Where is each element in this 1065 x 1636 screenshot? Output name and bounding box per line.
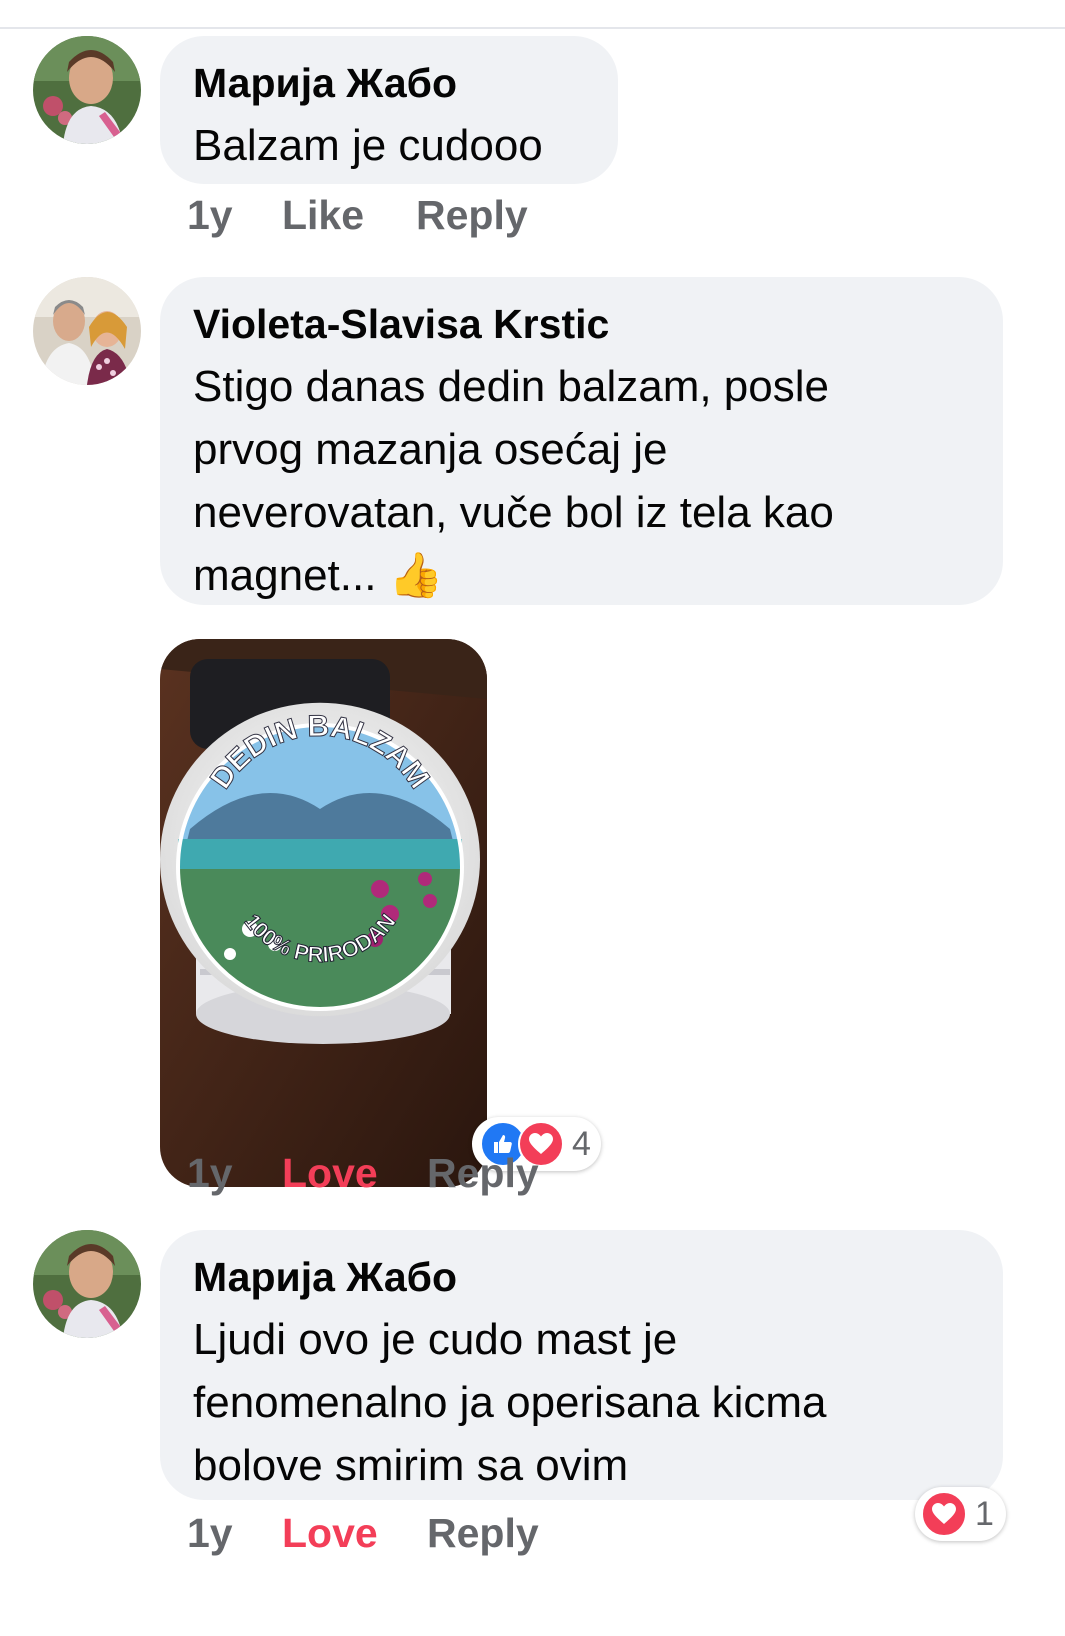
comment-text-line: magnet... 👍 — [193, 544, 970, 607]
comment-author[interactable]: Марија Жабо — [193, 1246, 970, 1308]
love-button[interactable]: Love — [282, 1510, 378, 1557]
comment-bubble: Violeta-Slavisa Krstic Stigo danas dedin… — [160, 277, 1003, 605]
comment-bubble: Марија Жабо Balzam je cudooo — [160, 36, 618, 184]
top-divider — [0, 27, 1065, 29]
comment-time[interactable]: 1y — [187, 1150, 233, 1197]
comment-photo-attachment[interactable]: DEDIN BALZAM 100% PRIRODAN — [160, 639, 487, 1187]
love-button[interactable]: Love — [282, 1150, 378, 1197]
profile-photo-woman-icon — [33, 36, 141, 144]
avatar[interactable] — [33, 1230, 141, 1338]
comment-text-line: Ljudi ovo je cudo mast je — [193, 1315, 678, 1364]
profile-photo-couple-icon — [33, 277, 141, 385]
reaction-count: 1 — [975, 1494, 994, 1533]
balm-jar-photo: DEDIN BALZAM 100% PRIRODAN — [160, 639, 487, 1187]
comment-text-fragment: magnet... — [193, 551, 389, 600]
avatar[interactable] — [33, 36, 141, 144]
comment-text-line: bolove smirim sa ovim — [193, 1441, 629, 1490]
thumbs-up-emoji-icon: 👍 — [388, 551, 444, 600]
reply-button[interactable]: Reply — [427, 1150, 539, 1197]
comment-author[interactable]: Violeta-Slavisa Krstic — [193, 293, 970, 355]
comment-text-line: Stigo danas dedin balzam, posle — [193, 362, 829, 411]
comment-bubble: Марија Жабо Ljudi ovo je cudo mast je fe… — [160, 1230, 1003, 1500]
avatar[interactable] — [33, 277, 141, 385]
comment-time[interactable]: 1y — [187, 1510, 233, 1557]
reaction-count: 4 — [572, 1124, 591, 1163]
like-button[interactable]: Like — [282, 192, 364, 239]
comment-author[interactable]: Марија Жабо — [193, 52, 585, 114]
comment-text: Balzam je cudooo — [193, 121, 543, 170]
profile-photo-woman-icon — [33, 1230, 141, 1338]
comment-text-line: prvog mazanja osećaj je — [193, 425, 668, 474]
reply-button[interactable]: Reply — [416, 192, 528, 239]
comment-time[interactable]: 1y — [187, 192, 233, 239]
comment-text-line: neverovatan, vuče bol iz tela kao — [193, 488, 834, 537]
reaction-summary[interactable]: 1 — [915, 1487, 1006, 1541]
reply-button[interactable]: Reply — [427, 1510, 539, 1557]
comment-text-line: fenomenalno ja operisana kicma — [193, 1378, 827, 1427]
love-reaction-icon — [921, 1491, 967, 1537]
